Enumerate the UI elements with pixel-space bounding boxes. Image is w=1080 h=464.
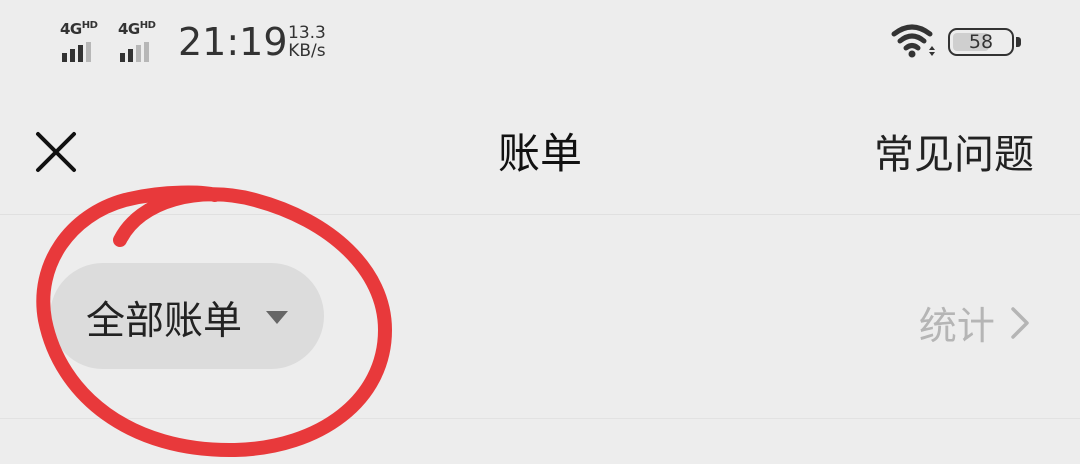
- signal-bars-icon: [120, 42, 152, 62]
- bill-filter-label: 全部账单: [86, 299, 243, 344]
- network-hd-label: HD: [81, 20, 98, 31]
- battery-icon: 58: [948, 28, 1021, 56]
- statistics-link[interactable]: 统计: [918, 295, 1030, 348]
- nav-bar: 账单 常见问题: [0, 90, 1080, 215]
- faq-link[interactable]: 常见问题: [874, 122, 1034, 180]
- network-speed-value: 13.3: [288, 23, 326, 43]
- battery-level: 58: [968, 31, 994, 53]
- wifi-icon: [891, 24, 935, 58]
- bill-filter-dropdown[interactable]: 全部账单: [50, 263, 324, 369]
- status-bar: 4GHD 4GHD 21:19 13.3 KB/s 58: [0, 0, 1080, 90]
- caret-down-icon: [266, 311, 288, 324]
- statistics-label: 统计: [918, 304, 995, 348]
- network-speed: 13.3 KB/s: [288, 24, 326, 60]
- clock: 21:19: [178, 20, 288, 64]
- network-hd-label: HD: [139, 20, 156, 31]
- network-type-label: 4G: [118, 20, 140, 38]
- cellular-signal-2: 4GHD: [118, 20, 164, 62]
- signal-bars-icon: [62, 42, 94, 62]
- cellular-signal-1: 4GHD: [60, 20, 106, 62]
- network-type-label: 4G: [60, 20, 82, 38]
- chevron-right-icon: [1011, 306, 1029, 339]
- close-icon: [36, 132, 76, 172]
- network-speed-unit: KB/s: [288, 41, 326, 61]
- close-button[interactable]: [24, 120, 88, 184]
- bill-filter-row: 全部账单 统计: [0, 215, 1080, 419]
